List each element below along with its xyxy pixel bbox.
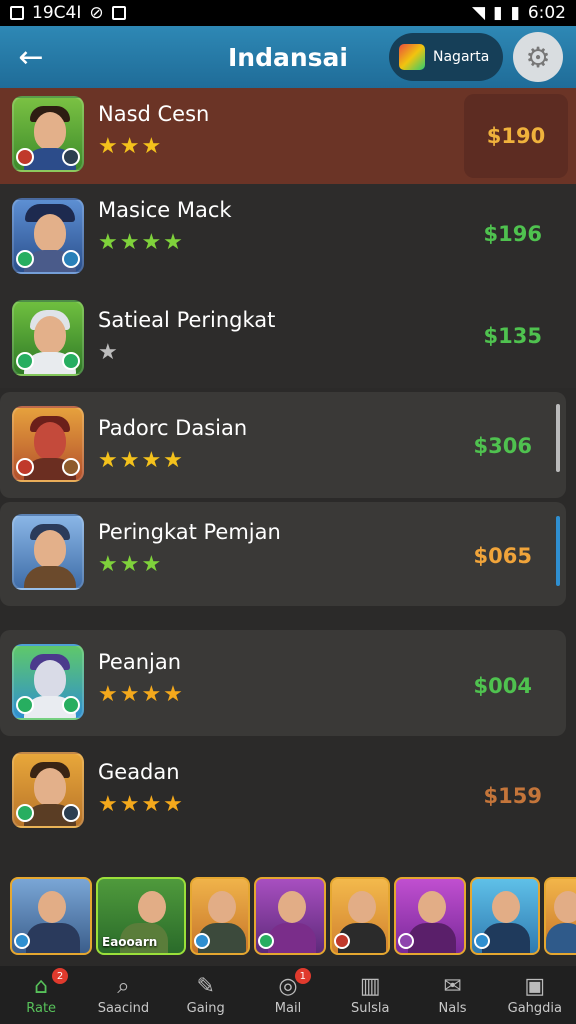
nav-item-mail[interactable]: ◎ 1 Mail xyxy=(247,966,329,1024)
row-scroll-indicator xyxy=(556,516,560,586)
nav-label: Sulsla xyxy=(351,1000,390,1016)
nav-label: Gahgdia xyxy=(507,1000,563,1016)
nav-label: Mail xyxy=(274,1000,302,1016)
notification-badge: 2 xyxy=(52,968,68,984)
player-price[interactable]: $135 xyxy=(484,324,542,348)
player-price[interactable]: $159 xyxy=(484,784,542,808)
wifi-icon: ◥ xyxy=(472,3,486,23)
player-stars: ★★★ xyxy=(98,552,164,577)
player-row-4[interactable]: Padorc Dasian ★★★★ $306 xyxy=(0,392,566,498)
carousel-card-featured[interactable]: Eaooarn xyxy=(96,877,186,955)
home-icon: ⌂ xyxy=(34,973,49,999)
player-price[interactable]: $190 xyxy=(464,94,568,178)
player-row-6[interactable]: Peanjan ★★★★ $004 xyxy=(0,630,566,736)
player-avatar xyxy=(12,406,84,482)
nav-item-rate[interactable]: ⌂ 2 Rate xyxy=(0,966,82,1024)
carousel-card[interactable] xyxy=(470,877,540,955)
player-price[interactable]: $004 xyxy=(474,674,532,698)
player-avatar xyxy=(12,514,84,590)
nav-label: Gaing xyxy=(186,1000,225,1016)
player-stars: ★★★ xyxy=(98,134,164,159)
carousel-card[interactable] xyxy=(330,877,390,955)
player-name: Nasd Cesn xyxy=(98,102,210,126)
signal-icon: ▮ xyxy=(493,3,503,23)
player-stars: ★★★★ xyxy=(98,682,185,707)
player-name: Padorc Dasian xyxy=(98,416,248,440)
featured-card-label: Eaooarn xyxy=(102,935,158,949)
nav-item-sulsla[interactable]: ▥ Sulsla xyxy=(329,966,411,1024)
nav-item-gahgdia[interactable]: ▣ Gahgdia xyxy=(494,966,576,1024)
player-name: Peringkat Pemjan xyxy=(98,520,281,544)
player-price[interactable]: $196 xyxy=(484,222,542,246)
player-stars: ★★★★ xyxy=(98,448,185,473)
region-label: Nagarta xyxy=(433,49,490,65)
player-avatar xyxy=(12,300,84,376)
player-name: Geadan xyxy=(98,760,180,784)
app-notification-icon: ⊘ xyxy=(89,3,104,23)
player-avatar xyxy=(12,198,84,274)
player-row-5[interactable]: Peringkat Pemjan ★★★ $065 xyxy=(0,502,566,606)
region-selector[interactable]: Nagarta xyxy=(389,33,503,81)
carousel-card[interactable] xyxy=(544,877,576,955)
notification-badge: 1 xyxy=(294,968,311,984)
player-price[interactable]: $065 xyxy=(474,544,532,568)
image-icon xyxy=(111,6,126,20)
app-bar: ← Indansai Nagarta ⚙ xyxy=(0,26,576,88)
player-stars: ★★★★ xyxy=(98,792,185,817)
row-scroll-indicator xyxy=(556,404,560,472)
bottom-nav: ⌂ 2 Rate ⌕ Saacind ✎ Gaing ◎ 1 Mail ▥ Su… xyxy=(0,966,576,1024)
settings-gear-icon[interactable]: ⚙ xyxy=(513,32,563,82)
player-name: Peanjan xyxy=(98,650,182,674)
player-name: Masice Mack xyxy=(98,198,232,222)
nav-item-gaing[interactable]: ✎ Gaing xyxy=(165,966,247,1024)
player-avatar xyxy=(12,644,84,720)
carrier-label: 19C4I xyxy=(32,3,82,23)
player-row-3[interactable]: Satieal Peringkat ★ $135 xyxy=(0,288,576,388)
notification-icon xyxy=(10,6,24,20)
nav-label: Nals xyxy=(438,1000,467,1016)
player-avatar xyxy=(12,96,84,172)
mail-icon: ✉ xyxy=(443,973,462,999)
player-carousel[interactable]: Eaooarn xyxy=(0,870,576,962)
carousel-card[interactable] xyxy=(190,877,250,955)
search-icon: ⌕ xyxy=(117,973,130,999)
player-avatar xyxy=(12,752,84,828)
player-row-7[interactable]: Geadan ★★★★ $159 xyxy=(0,740,576,850)
nav-item-nals[interactable]: ✉ Nals xyxy=(411,966,493,1024)
time-label: 6:02 xyxy=(527,3,566,23)
gift-icon xyxy=(399,44,425,70)
nav-item-search[interactable]: ⌕ Saacind xyxy=(82,966,164,1024)
player-row-2[interactable]: Masice Mack ★★★★ $196 xyxy=(0,184,576,288)
carousel-card[interactable] xyxy=(10,877,92,955)
carousel-card[interactable] xyxy=(394,877,466,955)
back-arrow-icon[interactable]: ← xyxy=(0,26,62,88)
nav-label: Saacind xyxy=(97,1000,150,1016)
player-price[interactable]: $306 xyxy=(474,434,532,458)
book-icon: ▥ xyxy=(359,973,381,999)
battery-icon: ▮ xyxy=(510,3,520,23)
player-stars: ★★★★ xyxy=(98,230,185,255)
nav-label: Rate xyxy=(26,1000,57,1016)
player-row-1[interactable]: Nasd Cesn ★★★ $190 xyxy=(0,88,576,184)
status-bar: 19C4I ⊘ ◥ ▮ ▮ 6:02 xyxy=(0,0,576,26)
player-name: Satieal Peringkat xyxy=(98,308,276,332)
box-icon: ▣ xyxy=(524,973,546,999)
pen-icon: ✎ xyxy=(196,973,215,999)
carousel-card[interactable] xyxy=(254,877,326,955)
player-stars: ★ xyxy=(98,340,120,365)
